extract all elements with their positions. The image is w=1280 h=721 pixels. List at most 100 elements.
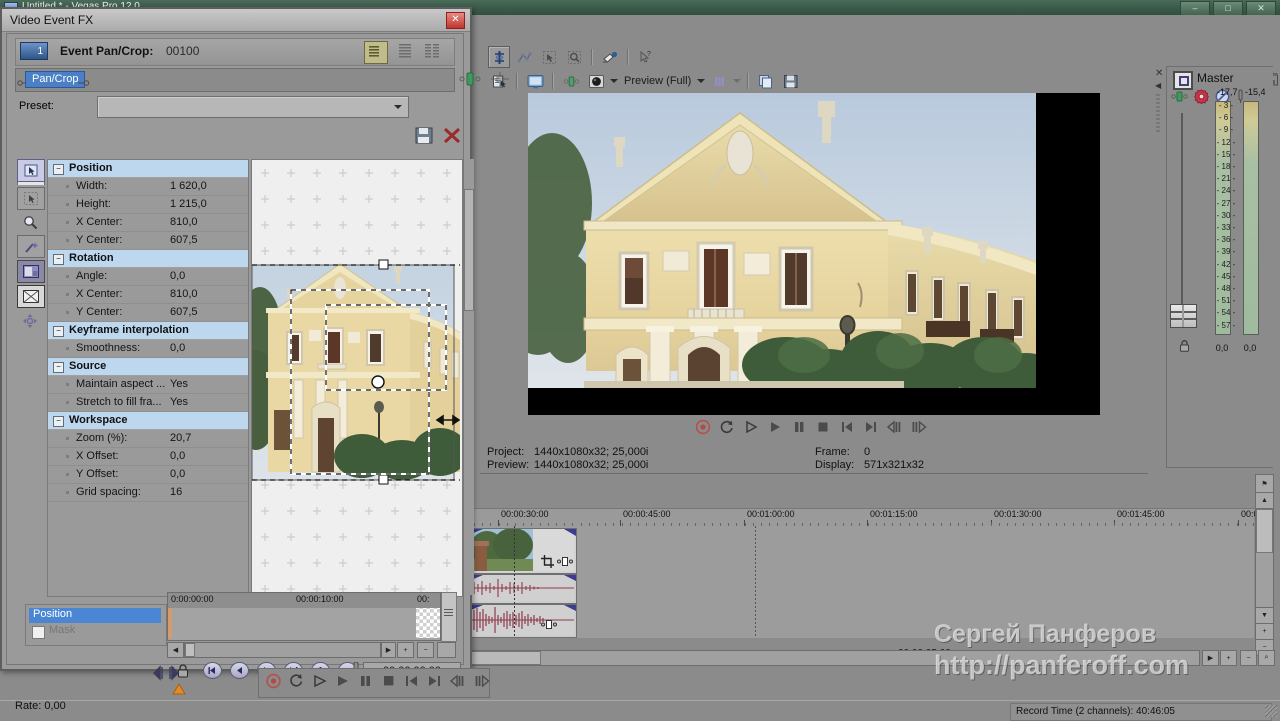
previous-frame-button[interactable] (886, 418, 904, 436)
property-row[interactable]: Y Center: 607,5 (48, 304, 248, 322)
mixer-fx-gear-icon[interactable] (1194, 89, 1209, 107)
stop-button[interactable] (814, 418, 832, 436)
keyframe-lane[interactable] (167, 608, 441, 641)
property-value[interactable]: 1 620,0 (170, 180, 207, 192)
property-row[interactable]: Y Center: 607,5 (48, 232, 248, 250)
property-group-header[interactable]: − Workspace (48, 412, 248, 430)
property-row[interactable]: Width: 1 620,0 (48, 178, 248, 196)
selection-tool[interactable] (17, 187, 45, 210)
timeline-vertical-scrollbar[interactable] (1255, 508, 1274, 608)
split-screen-view-icon[interactable] (560, 70, 582, 92)
overlays-dropdown-arrow[interactable] (733, 79, 742, 83)
group-expander-icon[interactable]: − (53, 416, 64, 427)
keyframe-track-mask[interactable]: Mask (29, 624, 161, 639)
move-tool[interactable] (17, 310, 43, 331)
timeline-zoom-tool-button[interactable]: ⌕ (1258, 650, 1275, 666)
property-value[interactable]: 0,0 (170, 342, 185, 354)
master-bus-icon[interactable] (1173, 71, 1193, 90)
main-play-button[interactable] (334, 672, 351, 693)
main-record-button[interactable] (265, 672, 282, 693)
property-row[interactable]: Maintain aspect ... Yes (48, 376, 248, 394)
resize-grip[interactable] (1265, 705, 1277, 717)
view-grid-icon[interactable] (422, 41, 444, 62)
property-row[interactable]: Angle: 0,0 (48, 268, 248, 286)
group-expander-icon[interactable]: − (53, 326, 64, 337)
pause-button[interactable] (790, 418, 808, 436)
rate-slider-thumb[interactable] (148, 665, 184, 684)
preview-on-external-monitor-icon[interactable] (524, 70, 546, 92)
property-group-header[interactable]: − Source (48, 358, 248, 376)
property-row[interactable]: Y Offset: 0,0 (48, 466, 248, 484)
canvas-scrollbar[interactable] (464, 159, 474, 595)
property-value[interactable]: 810,0 (170, 216, 198, 228)
play-button[interactable] (766, 418, 784, 436)
magic-wand-tool[interactable] (17, 235, 45, 258)
timeline-scroll-down-button[interactable]: ▼ (1255, 607, 1274, 624)
timeline-audio-event-2[interactable] (470, 604, 577, 638)
property-group-header[interactable]: − Rotation (48, 250, 248, 268)
property-value[interactable]: 607,5 (170, 234, 198, 246)
close-button[interactable]: ✕ (1246, 1, 1276, 16)
event-pan-crop-icon[interactable] (541, 555, 555, 571)
timeline-scroll-up-button[interactable]: ▲ (1255, 492, 1274, 509)
lock-faders-icon[interactable] (1179, 339, 1190, 355)
enable-snapping-icon[interactable] (599, 46, 621, 68)
property-row[interactable]: Smoothness: 0,0 (48, 340, 248, 358)
mixer-insert-fx-icon[interactable] (1171, 90, 1188, 106)
keyframe-marker[interactable] (168, 608, 172, 638)
pan-crop-properties-grid[interactable]: − Position Width: 1 620,0 Height: 1 215,0 X Ce… (47, 159, 249, 597)
mask-tool[interactable] (17, 285, 45, 308)
property-group-header[interactable]: − Position (48, 160, 248, 178)
timeline-hzoom-in-button[interactable]: + (1220, 650, 1237, 666)
overlays-icon[interactable] (708, 70, 731, 92)
main-pause-button[interactable] (357, 672, 374, 693)
main-next-frame-button[interactable] (473, 672, 491, 693)
go-to-end-button[interactable] (862, 418, 880, 436)
property-row[interactable]: Stretch to fill fra... Yes (48, 394, 248, 412)
zoom-tool[interactable] (17, 212, 43, 233)
property-value[interactable]: Yes (170, 396, 188, 408)
keyframe-zoom-in-button[interactable]: + (397, 642, 414, 658)
property-group-header[interactable]: − Keyframe interpolation (48, 322, 248, 340)
property-row[interactable]: Height: 1 215,0 (48, 196, 248, 214)
plugin-chain-node[interactable]: Pan/Crop (25, 71, 86, 88)
main-play-from-start-button[interactable] (311, 672, 328, 693)
bypass-plugin-icon[interactable] (459, 70, 481, 91)
property-value[interactable]: Yes (170, 378, 188, 390)
plugin-chain-bar[interactable]: Pan/Crop (15, 68, 455, 92)
pane-menu-icon[interactable]: ◀ (1155, 81, 1161, 90)
group-expander-icon[interactable]: − (53, 362, 64, 373)
pane-close-icon[interactable]: ✕ (1155, 68, 1163, 79)
go-to-start-button[interactable] (838, 418, 856, 436)
delete-preset-icon[interactable] (443, 127, 461, 147)
envelope-edit-tool-icon[interactable] (513, 46, 535, 68)
keyframe-scroll-right-button[interactable]: ▶ (381, 642, 396, 658)
timeline-zoom-in-button[interactable]: + (1255, 623, 1274, 640)
dialog-close-button[interactable]: ✕ (446, 12, 465, 29)
timeline-track-area[interactable] (468, 526, 1254, 638)
keyframe-horizontal-scrollbar[interactable] (184, 642, 381, 658)
main-loop-button[interactable] (288, 672, 305, 693)
property-value[interactable]: 0,0 (170, 468, 185, 480)
timeline-audio-event-1[interactable] (470, 574, 577, 604)
property-value[interactable]: 1 215,0 (170, 198, 207, 210)
main-previous-frame-button[interactable] (449, 672, 467, 693)
property-value[interactable]: 20,7 (170, 432, 191, 444)
property-value[interactable]: 0,0 (170, 270, 185, 282)
whats-this-help-icon[interactable]: ? (635, 46, 657, 68)
main-stop-button[interactable] (380, 672, 397, 693)
dialog-titlebar[interactable]: Video Event FX ✕ (2, 9, 470, 32)
property-value[interactable]: 16 (170, 486, 182, 498)
master-fader-handle[interactable] (1170, 304, 1197, 328)
fx-chip-number[interactable]: 1 (20, 42, 48, 60)
timeline-hzoom-out-button[interactable]: − (1240, 650, 1257, 666)
group-expander-icon[interactable]: − (53, 164, 64, 175)
timeline-ruler[interactable]: 00:00:30:00 00:00:45:00 00:01:00:00 00:01:1… (468, 508, 1259, 528)
timeline-scroll-right-button[interactable]: ▶ (1202, 650, 1219, 666)
keyframe-zoom-out-button[interactable]: − (417, 642, 434, 658)
keyframe-vertical-scrollbar[interactable] (441, 592, 457, 642)
zoom-edit-tool-icon[interactable] (563, 46, 585, 68)
preview-quality-dropdown-arrow[interactable] (610, 79, 618, 83)
record-button[interactable] (694, 418, 712, 436)
timeline-marker-button[interactable]: ⚑ (1255, 474, 1274, 493)
